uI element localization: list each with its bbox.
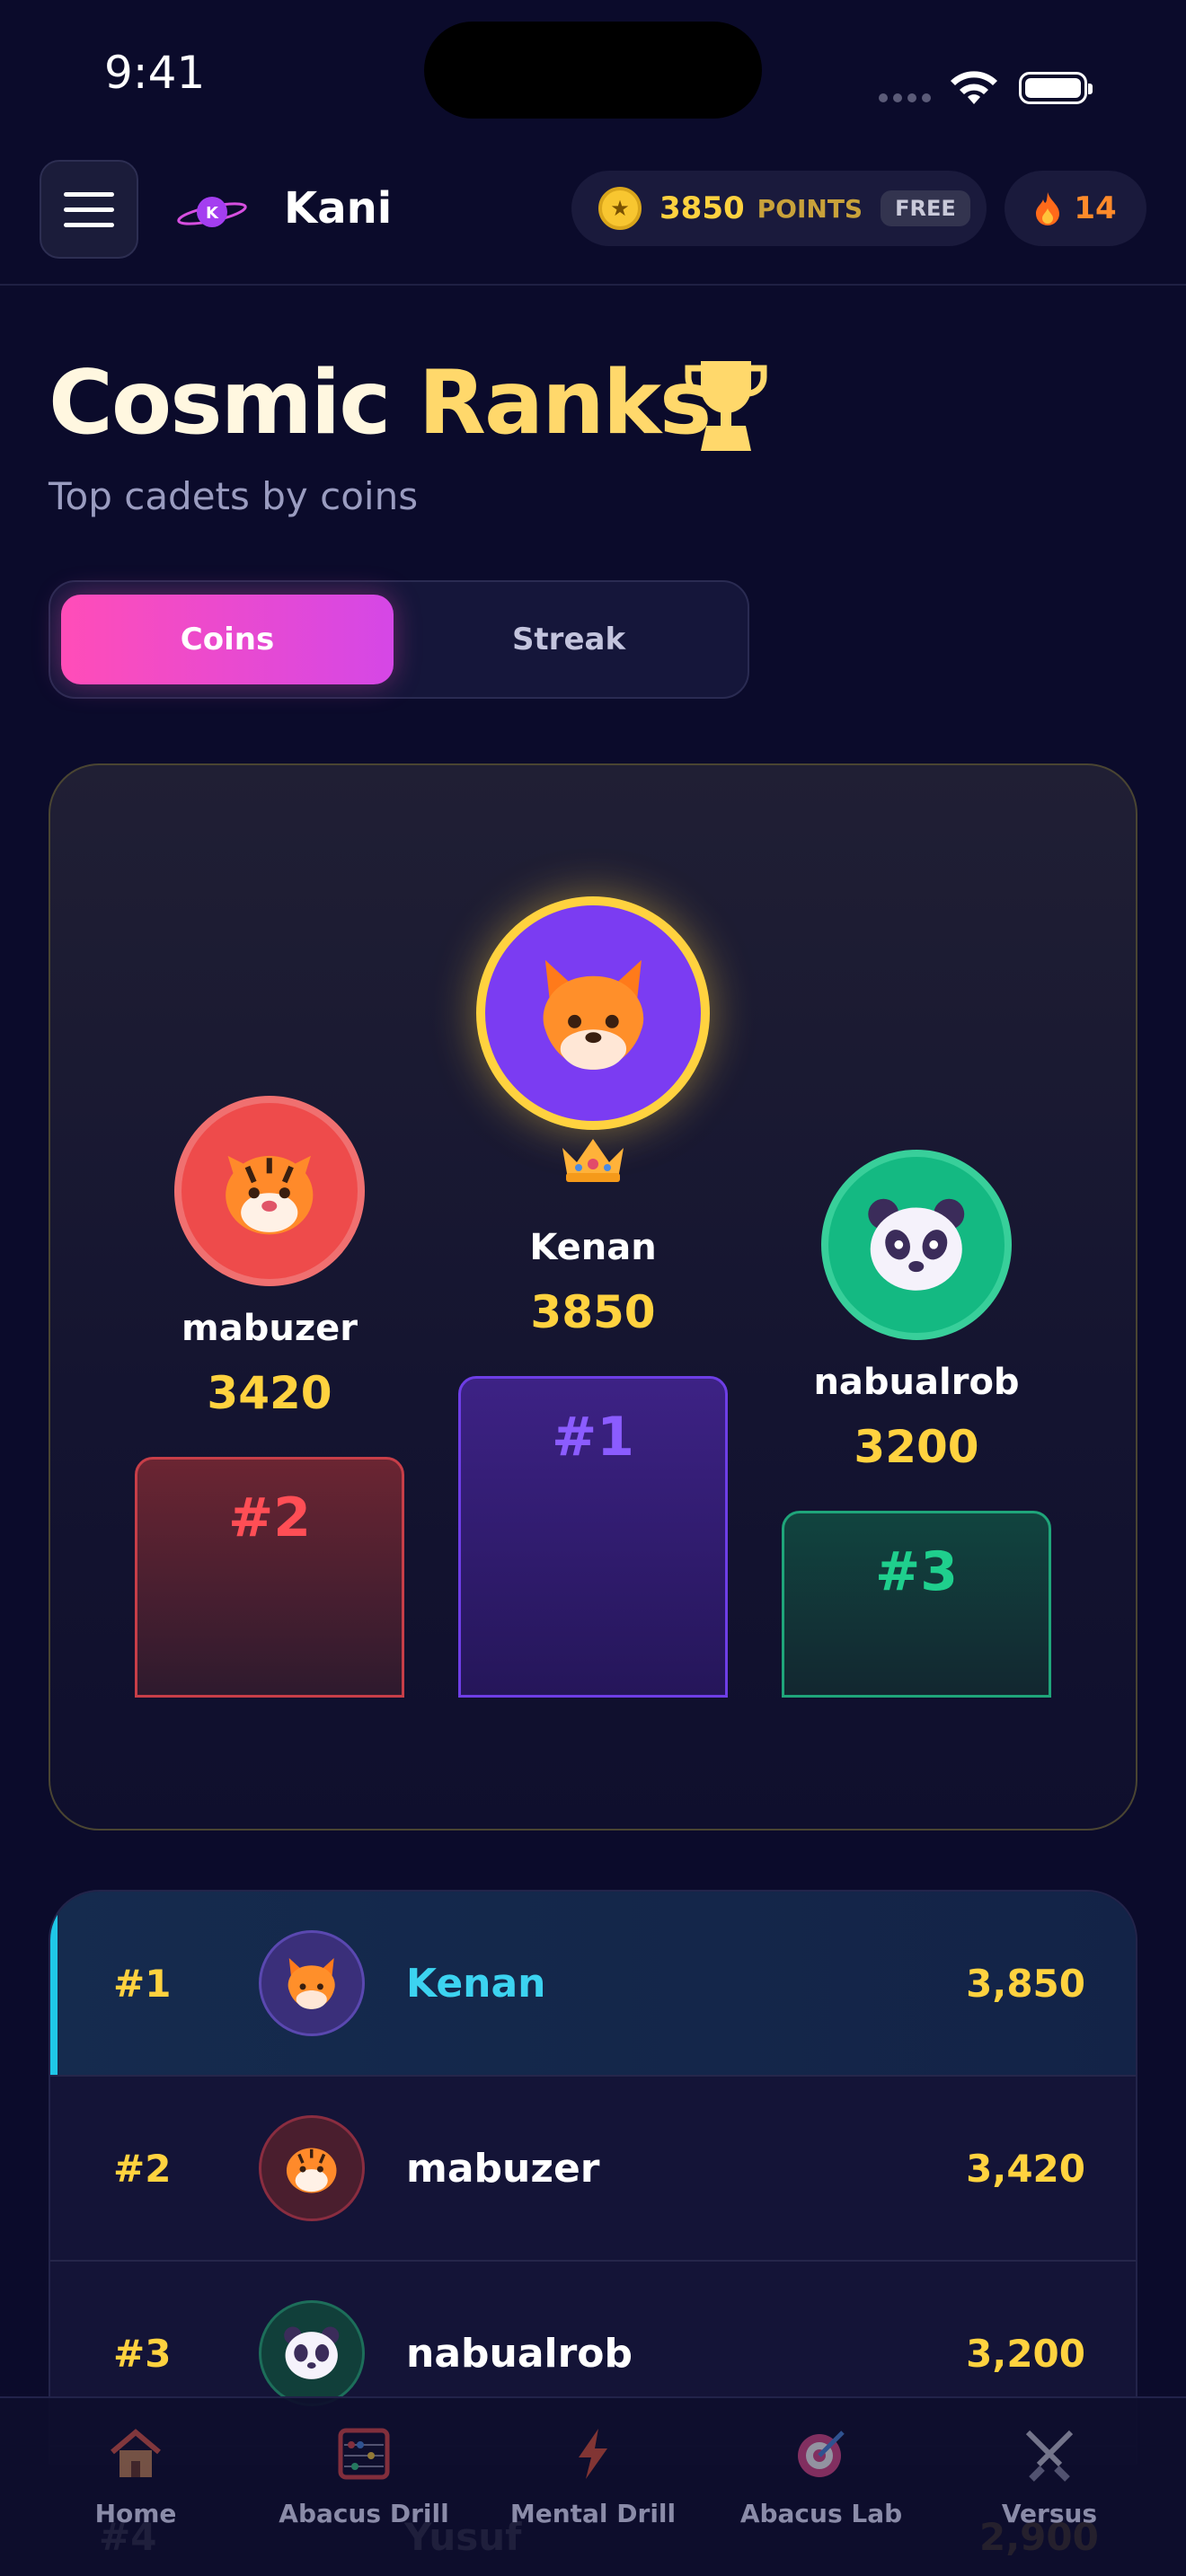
target-icon — [798, 2430, 845, 2477]
menu-button[interactable] — [40, 160, 138, 259]
podium-rank-first: #1 — [551, 1406, 635, 1469]
coin-icon: ★ — [598, 187, 642, 230]
header-divider — [0, 284, 1186, 286]
nav-mental-drill[interactable]: Mental Drill — [474, 2425, 712, 2528]
podium-block-first: #1 — [458, 1376, 728, 1698]
points-value: 3850 — [659, 190, 745, 226]
podium-rank-third: #3 — [874, 1540, 959, 1603]
panda-icon — [284, 2326, 340, 2380]
lightning-icon — [579, 2429, 607, 2479]
plan-badge: FREE — [881, 190, 970, 226]
row-score: 3,200 — [966, 2331, 1085, 2376]
tab-streak[interactable]: Streak — [403, 595, 735, 684]
streak-pill[interactable]: 14 — [1005, 171, 1146, 246]
podium-avatar-second[interactable] — [174, 1096, 365, 1286]
points-label: POINTS — [757, 193, 863, 224]
page-subtitle: Top cadets by coins — [49, 474, 419, 518]
row-rank: #3 — [113, 2331, 172, 2376]
page-title: Cosmic Ranks — [49, 352, 712, 454]
podium-rank-second: #2 — [227, 1486, 312, 1549]
podium-avatar-third[interactable] — [821, 1150, 1012, 1340]
streak-value: 14 — [1074, 190, 1117, 226]
row-name: mabuzer — [406, 2145, 600, 2192]
nav-abacus-lab[interactable]: Abacus Lab — [703, 2425, 940, 2528]
planet-letter: K — [206, 204, 219, 223]
signal-icon — [879, 93, 931, 102]
row-name: Kenan — [406, 1960, 546, 2007]
podium-score-third: 3200 — [854, 1421, 979, 1473]
wifi-icon — [951, 71, 997, 104]
row-score: 3,850 — [966, 1961, 1085, 2006]
row-score: 3,420 — [966, 2146, 1085, 2191]
dynamic-island — [424, 22, 762, 119]
podium-name-first: Kenan — [529, 1227, 657, 1268]
leaderboard-row[interactable]: #1 Kenan 3,850 — [50, 1892, 1136, 2077]
podium-block-third: #3 — [782, 1511, 1051, 1698]
abacus-icon — [338, 2428, 390, 2480]
tab-coins[interactable]: Coins — [61, 595, 394, 684]
swords-icon — [1025, 2430, 1074, 2482]
row-avatar — [259, 2300, 365, 2406]
row-avatar — [259, 2115, 365, 2221]
crown-icon — [562, 1139, 624, 1182]
flame-icon — [1036, 192, 1060, 225]
row-rank: #1 — [113, 1961, 172, 2006]
leaderboard-list: #1 Kenan 3,850 #2 mabuzer 3,420 #3 nabua… — [49, 1890, 1137, 2465]
status-time: 9:41 — [104, 47, 206, 99]
podium-avatar-first[interactable] — [476, 896, 710, 1130]
trophy-icon — [685, 361, 767, 451]
panda-icon — [868, 1198, 965, 1292]
fox-icon — [288, 1958, 336, 2010]
podium-score-first: 3850 — [530, 1286, 656, 1338]
nav-home[interactable]: Home — [17, 2425, 254, 2528]
leaderboard-row[interactable]: #2 mabuzer 3,420 — [50, 2077, 1136, 2262]
tiger-icon — [226, 1156, 314, 1235]
planet-logo-icon: K — [177, 197, 247, 227]
tiger-icon — [287, 2148, 337, 2193]
app-brand: Kani — [284, 183, 393, 234]
row-avatar — [259, 1930, 365, 2036]
row-name: nabualrob — [406, 2330, 633, 2377]
podium-name-second: mabuzer — [181, 1308, 358, 1349]
points-pill[interactable]: ★ 3850 POINTS FREE — [571, 171, 987, 246]
nav-abacus-drill[interactable]: Abacus Drill — [245, 2425, 482, 2528]
home-icon — [111, 2429, 161, 2477]
podium-block-second: #2 — [135, 1457, 404, 1698]
podium-score-second: 3420 — [207, 1367, 332, 1419]
nav-versus[interactable]: Versus — [931, 2425, 1168, 2528]
fox-icon — [543, 959, 643, 1070]
menu-icon — [64, 191, 114, 197]
battery-icon — [1019, 72, 1093, 104]
row-rank: #2 — [113, 2146, 172, 2191]
podium-name-third: nabualrob — [813, 1362, 1020, 1403]
